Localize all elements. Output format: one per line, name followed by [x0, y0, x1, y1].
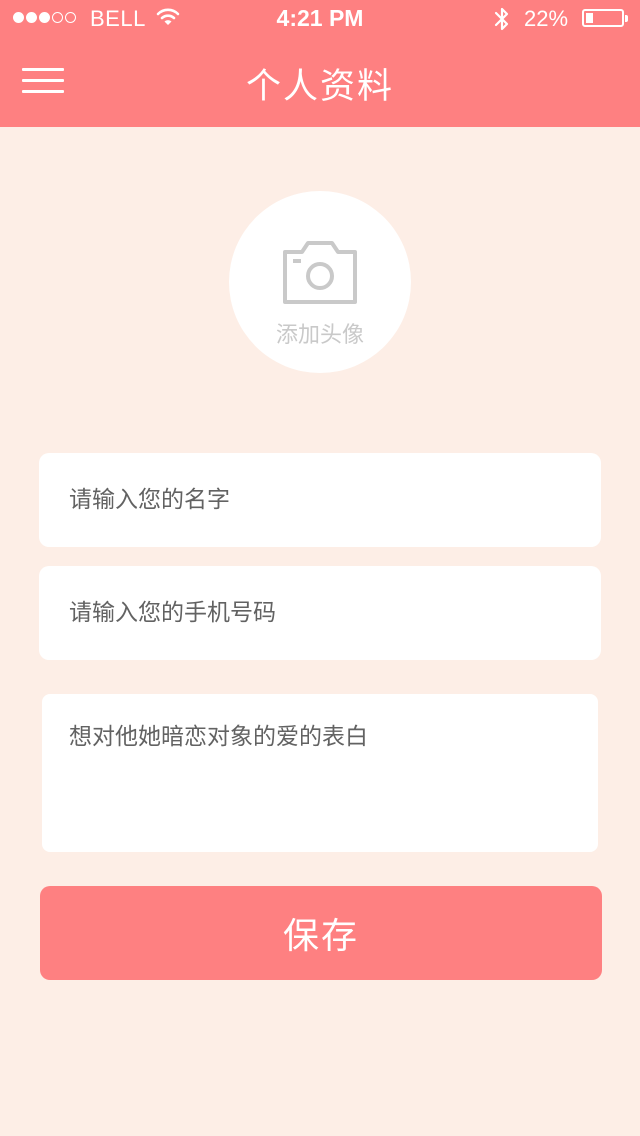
status-bar: BELL 4:21 PM 22% [0, 0, 640, 38]
battery-percent: 22% [524, 6, 569, 31]
confession-textarea[interactable] [42, 694, 598, 852]
phone-input[interactable] [39, 566, 601, 660]
battery-icon [582, 9, 628, 27]
app-header: BELL 4:21 PM 22% 个人资料 [0, 0, 640, 127]
save-button[interactable]: 保存 [40, 886, 602, 980]
battery-level-fill [586, 13, 593, 23]
camera-icon [282, 238, 358, 310]
add-avatar-label: 添加头像 [275, 323, 364, 348]
page-title: 个人资料 [245, 67, 394, 107]
bluetooth-icon [493, 6, 511, 38]
name-input[interactable] [39, 453, 601, 547]
add-avatar-button[interactable]: 添加头像 [229, 191, 411, 373]
